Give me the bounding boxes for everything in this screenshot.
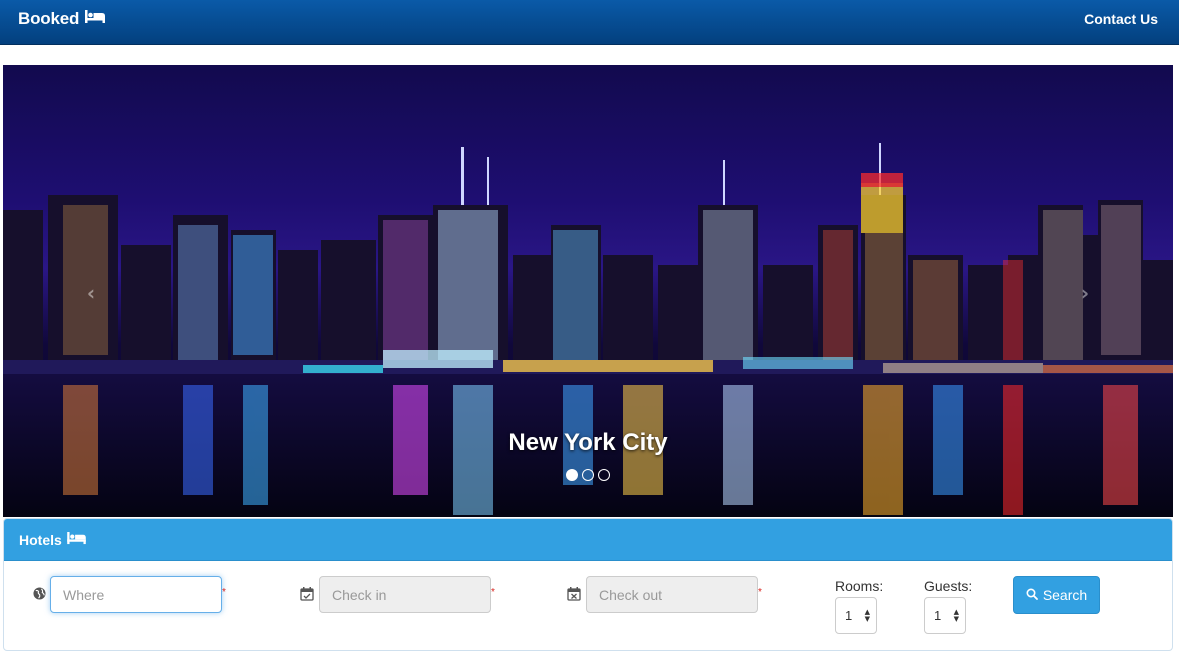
guests-select[interactable]: 1 ▲ ▼ [924,597,966,634]
rooms-select[interactable]: 1 ▲ ▼ [835,597,877,634]
calendar-check-icon [300,587,314,601]
calendar-x-icon [567,587,581,601]
where-required-mark: * [222,587,226,598]
spinner-arrows-icon: ▲ ▼ [864,608,870,623]
rooms-value: 1 [845,608,853,623]
panel-heading: Hotels [4,519,1172,561]
search-button-label: Search [1042,587,1088,603]
globe-icon [33,587,47,601]
spinner-arrows-icon: ▲ ▼ [953,608,959,623]
carousel-indicator-3[interactable] [598,469,610,481]
panel-title: Hotels [19,531,62,548]
guests-label: Guests: [924,578,973,594]
top-navbar: Booked Contact Us [0,0,1179,45]
carousel-indicator-1[interactable] [566,469,578,481]
carousel-indicators [566,469,610,481]
search-button[interactable]: Search [1013,576,1100,614]
guests-value: 1 [934,608,942,623]
hero-carousel: ‹ › New York City [3,65,1173,517]
contact-us-link[interactable]: Contact Us [1084,11,1158,27]
carousel-next-button[interactable]: › [1075,278,1095,308]
brand-logo[interactable]: Booked [18,9,106,29]
carousel-prev-button[interactable]: ‹ [81,278,101,308]
where-input[interactable] [50,576,222,613]
bed-icon [85,9,106,29]
bed-icon [67,531,86,548]
carousel-caption: New York City [508,429,668,456]
check-out-required-mark: * [758,587,762,598]
search-icon [1026,587,1038,603]
check-in-input[interactable] [319,576,491,613]
check-out-input[interactable] [586,576,758,613]
brand-text: Booked [18,9,80,28]
check-in-required-mark: * [491,587,495,598]
carousel-indicator-2[interactable] [582,469,594,481]
rooms-label: Rooms: [835,578,884,594]
